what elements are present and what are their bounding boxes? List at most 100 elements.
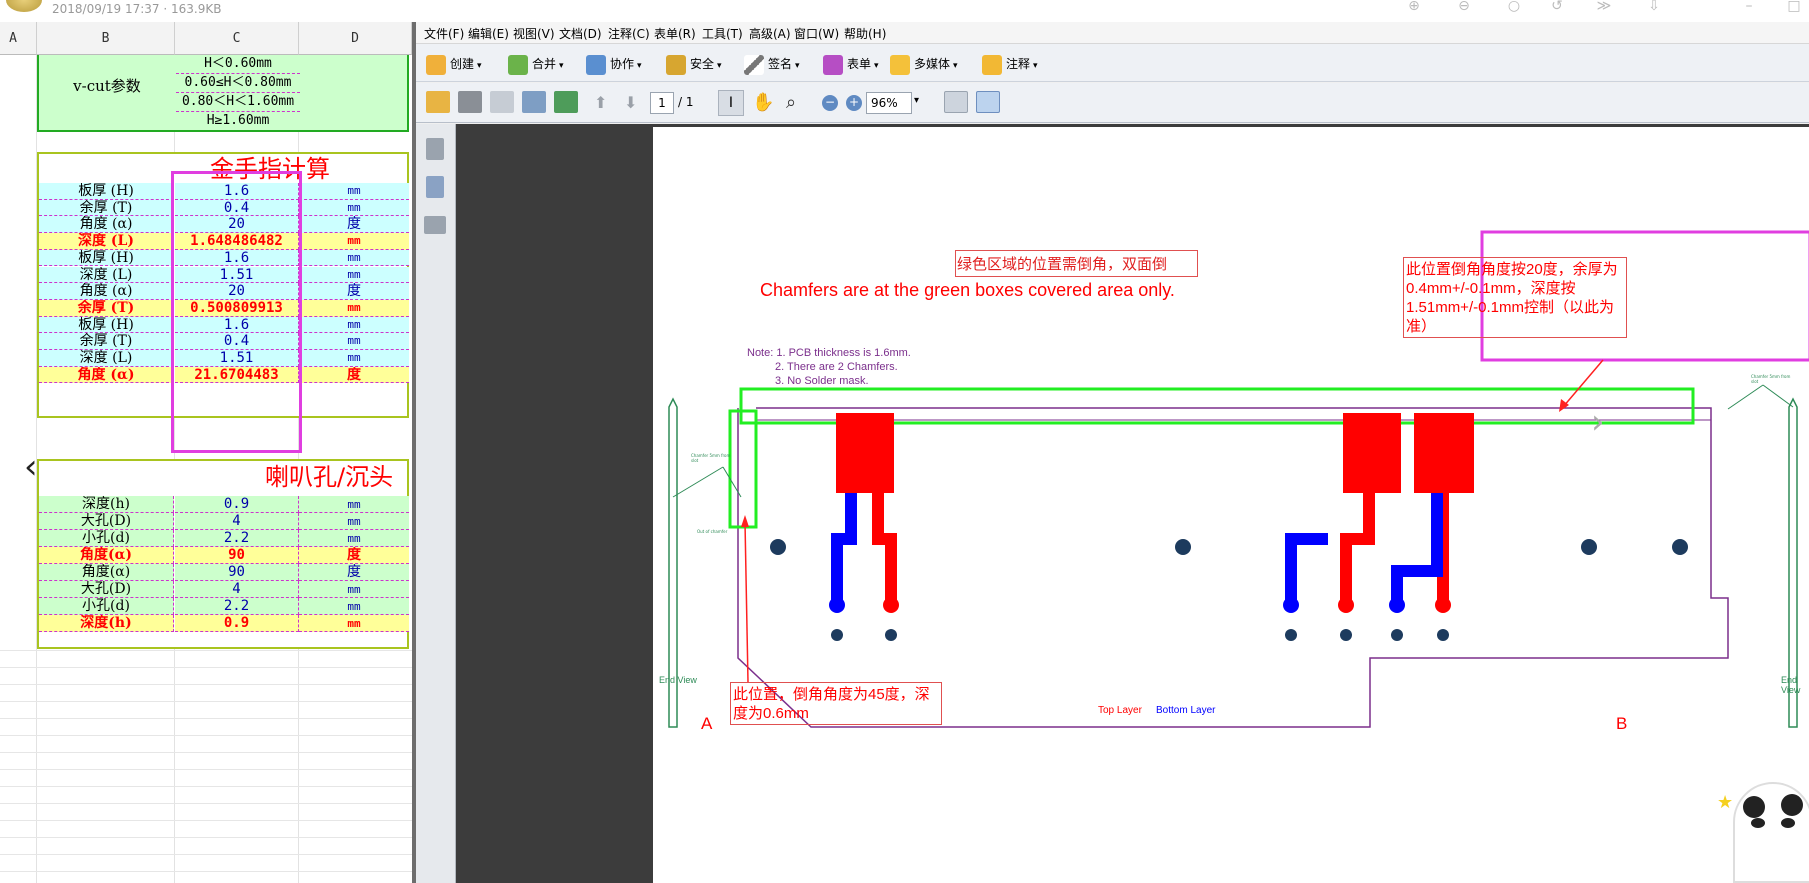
maximize-icon[interactable]: □	[1785, 0, 1803, 14]
next-image-arrow-icon[interactable]: ›	[1591, 402, 1605, 442]
sign-button[interactable]: 签名 ▾	[744, 52, 800, 76]
forms-button[interactable]: 表单 ▾	[823, 52, 879, 76]
horn-cell-value[interactable]: 0.9	[175, 615, 299, 632]
gold-cell-unit[interactable]: mm	[299, 183, 409, 200]
zoom-out-icon[interactable]: ⊖	[1455, 0, 1473, 14]
fit-page-icon[interactable]	[976, 91, 1000, 113]
menu-item[interactable]: 工具(T)	[702, 25, 743, 42]
gold-cell-label[interactable]: 板厚 (H)	[39, 183, 174, 200]
horn-cell-label[interactable]: 小孔(d)	[39, 530, 174, 547]
horn-cell-label[interactable]: 角度(α)	[39, 547, 174, 564]
multimedia-button[interactable]: 多媒体 ▾	[890, 52, 958, 76]
gold-cell-label[interactable]: 余厚 (T)	[39, 199, 174, 217]
horn-cell-unit[interactable]: mm	[299, 581, 409, 598]
combine-button[interactable]: 合并 ▾	[508, 52, 564, 76]
zoom-in-icon[interactable]: ⊕	[1405, 0, 1423, 14]
gold-cell-label[interactable]: 板厚 (H)	[39, 249, 174, 267]
share-icon[interactable]: ≫	[1595, 0, 1613, 14]
rotate-icon[interactable]: ↺	[1548, 0, 1566, 14]
web-icon[interactable]	[554, 91, 578, 113]
gold-cell-label[interactable]: 角度 (α)	[39, 216, 174, 234]
fit-width-icon[interactable]	[944, 91, 968, 113]
horn-cell-unit[interactable]: mm	[299, 496, 409, 513]
horn-cell-label[interactable]: 角度(α)	[39, 564, 174, 581]
horn-cell-label[interactable]: 小孔(d)	[39, 598, 174, 615]
column-header-b[interactable]: B	[37, 22, 175, 55]
pages-panel-icon[interactable]	[426, 138, 444, 160]
horn-cell-label[interactable]: 大孔(D)	[39, 581, 174, 598]
save-icon[interactable]	[490, 91, 514, 113]
horn-cell-value[interactable]: 2.2	[175, 598, 299, 615]
column-header-d[interactable]: D	[299, 22, 412, 55]
horn-cell-value[interactable]: 90	[175, 564, 299, 581]
prev-image-arrow-icon[interactable]: ‹	[24, 447, 54, 487]
menu-item[interactable]: 帮助(H)	[844, 25, 886, 42]
column-header-a[interactable]: A	[0, 22, 37, 55]
gold-cell-unit[interactable]: mm	[299, 199, 409, 217]
horn-cell-unit[interactable]: mm	[299, 530, 409, 547]
gold-cell-unit[interactable]: 度	[299, 216, 409, 234]
print-icon[interactable]	[458, 91, 482, 113]
menu-item[interactable]: 编辑(E)	[468, 25, 509, 42]
gold-cell-unit[interactable]: mm	[299, 266, 409, 284]
open-folder-icon[interactable]	[426, 91, 450, 113]
gold-cell-label[interactable]: 余厚 (T)	[39, 333, 174, 350]
gold-cell-label[interactable]: 深度 (L)	[39, 266, 174, 284]
gold-cell-label[interactable]: 板厚 (H)	[39, 316, 174, 334]
email-icon[interactable]	[522, 91, 546, 113]
comment-button[interactable]: 注释 ▾	[982, 52, 1038, 76]
horn-cell-value[interactable]: 4	[175, 513, 299, 530]
horn-cell-unit[interactable]: 度	[299, 547, 409, 564]
gold-cell-label[interactable]: 角度 (α)	[39, 366, 174, 384]
horn-cell-unit[interactable]: mm	[299, 513, 409, 530]
gold-cell-unit[interactable]: mm	[299, 299, 409, 317]
hand-tool-icon[interactable]: ✋	[752, 92, 774, 113]
horn-cell-value[interactable]: 4	[175, 581, 299, 598]
signatures-panel-icon[interactable]	[424, 216, 446, 234]
horn-cell-label[interactable]: 深度(h)	[39, 496, 174, 513]
gold-cell-unit[interactable]: 度	[299, 283, 409, 300]
gold-cell-unit[interactable]: mm	[299, 333, 409, 350]
gold-cell-unit[interactable]: mm	[299, 316, 409, 334]
horn-cell-label[interactable]: 大孔(D)	[39, 513, 174, 530]
menu-item[interactable]: 表单(R)	[654, 25, 696, 42]
page-number-input[interactable]: 1	[650, 92, 674, 114]
gold-cell-unit[interactable]: mm	[299, 249, 409, 267]
zoom-out-button[interactable]: −	[822, 95, 838, 111]
gold-cell-label[interactable]: 角度 (α)	[39, 283, 174, 300]
prev-page-icon[interactable]: ⬆	[594, 93, 607, 112]
horn-cell-unit[interactable]: 度	[299, 564, 409, 581]
gold-cell-label[interactable]: 深度 (L)	[39, 350, 174, 367]
gold-cell-unit[interactable]: mm	[299, 350, 409, 367]
zoom-dropdown-icon[interactable]: ▾	[914, 95, 919, 106]
horn-cell-value[interactable]: 90	[175, 547, 299, 564]
zoom-in-button[interactable]: +	[846, 95, 862, 111]
horn-cell-unit[interactable]: mm	[299, 598, 409, 615]
menu-item[interactable]: 文件(F)	[424, 25, 464, 42]
column-header-c[interactable]: C	[175, 22, 299, 55]
menu-item[interactable]: 窗口(W)	[794, 25, 839, 42]
search-icon[interactable]: ○	[1505, 0, 1523, 14]
attachments-panel-icon[interactable]	[426, 176, 444, 198]
horn-cell-unit[interactable]: mm	[299, 615, 409, 632]
menu-item[interactable]: 注释(C)	[608, 25, 650, 42]
minimize-icon[interactable]: –	[1740, 0, 1758, 14]
horn-cell-label[interactable]: 深度(h)	[39, 615, 174, 632]
horn-cell-value[interactable]: 2.2	[175, 530, 299, 547]
select-tool-icon[interactable]: I	[718, 90, 744, 116]
marquee-zoom-icon[interactable]: ⌕	[786, 92, 796, 113]
horn-cell-value[interactable]: 0.9	[175, 496, 299, 513]
gold-cell-unit[interactable]: mm	[299, 233, 409, 250]
collaborate-button[interactable]: 协作 ▾	[586, 52, 642, 76]
secure-button[interactable]: 安全 ▾	[666, 52, 722, 76]
menu-item[interactable]: 文档(D)	[559, 25, 602, 42]
gold-cell-label[interactable]: 余厚 (T)	[39, 299, 174, 317]
menu-item[interactable]: 视图(V)	[513, 25, 555, 42]
next-page-icon[interactable]: ⬇	[624, 93, 637, 112]
gold-cell-unit[interactable]: 度	[299, 366, 409, 384]
create-button[interactable]: 创建 ▾	[426, 52, 482, 76]
menu-item[interactable]: 高级(A)	[749, 25, 791, 42]
gold-cell-label[interactable]: 深度 (L)	[39, 233, 174, 250]
zoom-level-field[interactable]: 96%	[866, 92, 912, 114]
download-icon[interactable]: ⇩	[1645, 0, 1663, 14]
